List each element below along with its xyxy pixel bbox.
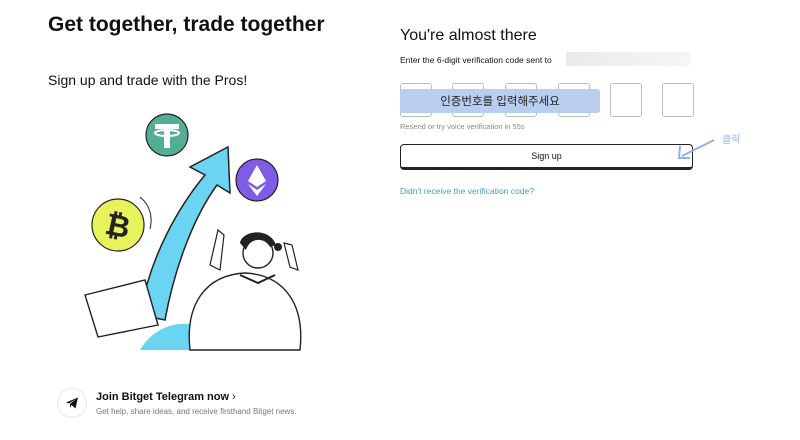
hero-title: Get together, trade together [48, 13, 325, 36]
person-illustration [188, 228, 302, 351]
resend-text: Resend or try voice verification in 55s [400, 122, 525, 131]
trading-illustration: ₿ [84, 113, 302, 351]
instruction-overlay: 인증번호를 입력해주세요 [400, 89, 600, 113]
telegram-icon[interactable] [58, 389, 86, 417]
signup-button[interactable]: Sign up [400, 144, 693, 170]
telegram-subtitle: Get help, share ideas, and receive first… [96, 407, 297, 416]
chevron-right-icon: › [232, 391, 236, 403]
form-title: You're almost there [400, 27, 537, 44]
masked-email [566, 52, 690, 66]
code-digit-5[interactable] [610, 83, 642, 117]
bitcoin-icon: ₿ [91, 196, 152, 252]
laptop-icon [84, 279, 159, 338]
hero-panel: Get together, trade together Sign up and… [0, 0, 360, 440]
form-description: Enter the 6-digit verification code sent… [400, 55, 552, 65]
no-code-link[interactable]: Didn't receive the verification code? [400, 186, 534, 196]
tether-icon [145, 113, 189, 157]
click-annotation: 클릭 [722, 135, 741, 146]
telegram-title: Join Bitget Telegram now [96, 391, 230, 403]
pointer-arrow-icon [677, 139, 715, 159]
verification-form: You're almost there Enter the 6-digit ve… [400, 0, 800, 440]
hero-subtitle: Sign up and trade with the Pros! [48, 72, 248, 88]
code-digit-6[interactable] [662, 83, 694, 117]
ethereum-icon [235, 158, 279, 202]
telegram-link[interactable]: Join Bitget Telegram now › [96, 391, 236, 403]
